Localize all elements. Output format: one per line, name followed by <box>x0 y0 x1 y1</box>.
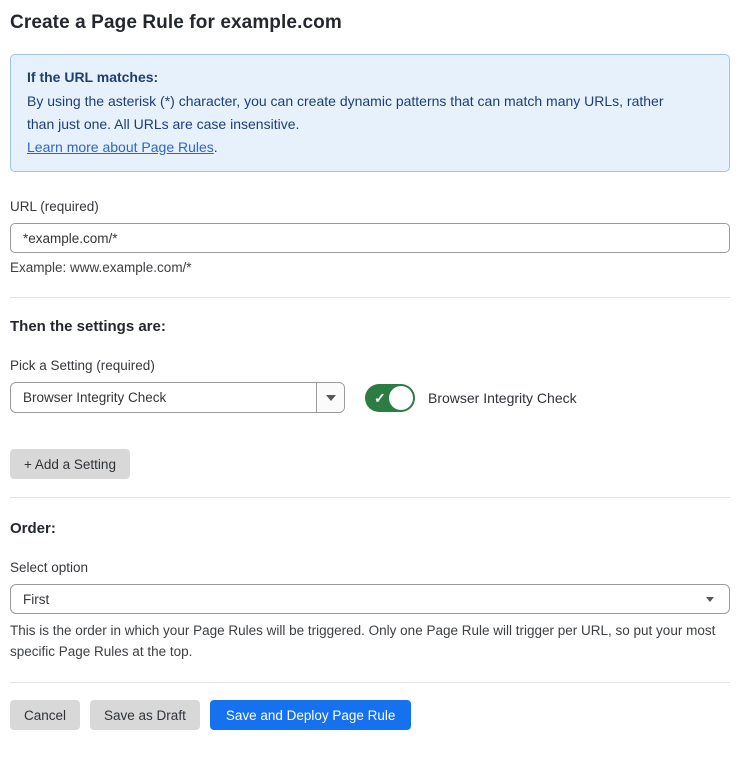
order-select-value: First <box>23 592 706 607</box>
setting-select-value: Browser Integrity Check <box>11 383 316 412</box>
footer-divider <box>10 682 730 683</box>
order-helper-text: This is the order in which your Page Rul… <box>10 620 728 662</box>
info-box-link-line: Learn more about Page Rules. <box>27 136 713 159</box>
chevron-down-icon <box>706 597 714 602</box>
link-suffix: . <box>214 139 218 155</box>
setting-select-arrow-button[interactable] <box>316 383 344 412</box>
info-box-body: By using the asterisk (*) character, you… <box>27 90 687 136</box>
order-select-label: Select option <box>10 560 730 575</box>
setting-row: Browser Integrity Check ✓ Browser Integr… <box>10 382 730 413</box>
cancel-button[interactable]: Cancel <box>10 700 80 730</box>
info-box-heading: If the URL matches: <box>27 66 713 89</box>
page-title: Create a Page Rule for example.com <box>10 12 730 34</box>
settings-section-heading: Then the settings are: <box>10 318 730 335</box>
section-divider <box>10 497 730 498</box>
save-draft-button[interactable]: Save as Draft <box>90 700 200 730</box>
url-matches-info-box: If the URL matches: By using the asteris… <box>10 54 730 172</box>
footer-actions: Cancel Save as Draft Save and Deploy Pag… <box>10 700 730 730</box>
save-deploy-button[interactable]: Save and Deploy Page Rule <box>210 700 412 730</box>
order-select[interactable]: First <box>10 584 730 614</box>
learn-more-link[interactable]: Learn more about Page Rules <box>27 139 214 155</box>
check-icon: ✓ <box>374 389 386 407</box>
section-divider <box>10 297 730 298</box>
page-rule-form: Create a Page Rule for example.com If th… <box>0 0 750 760</box>
add-setting-button[interactable]: + Add a Setting <box>10 449 130 479</box>
browser-integrity-toggle[interactable]: ✓ <box>365 384 415 412</box>
toggle-label: Browser Integrity Check <box>428 390 577 406</box>
url-input[interactable] <box>10 223 730 253</box>
order-section-heading: Order: <box>10 520 730 537</box>
pick-setting-label: Pick a Setting (required) <box>10 358 730 373</box>
url-field-label: URL (required) <box>10 199 730 214</box>
toggle-knob <box>389 386 413 410</box>
setting-select[interactable]: Browser Integrity Check <box>10 382 345 413</box>
chevron-down-icon <box>326 395 336 401</box>
url-example-text: Example: www.example.com/* <box>10 260 730 275</box>
